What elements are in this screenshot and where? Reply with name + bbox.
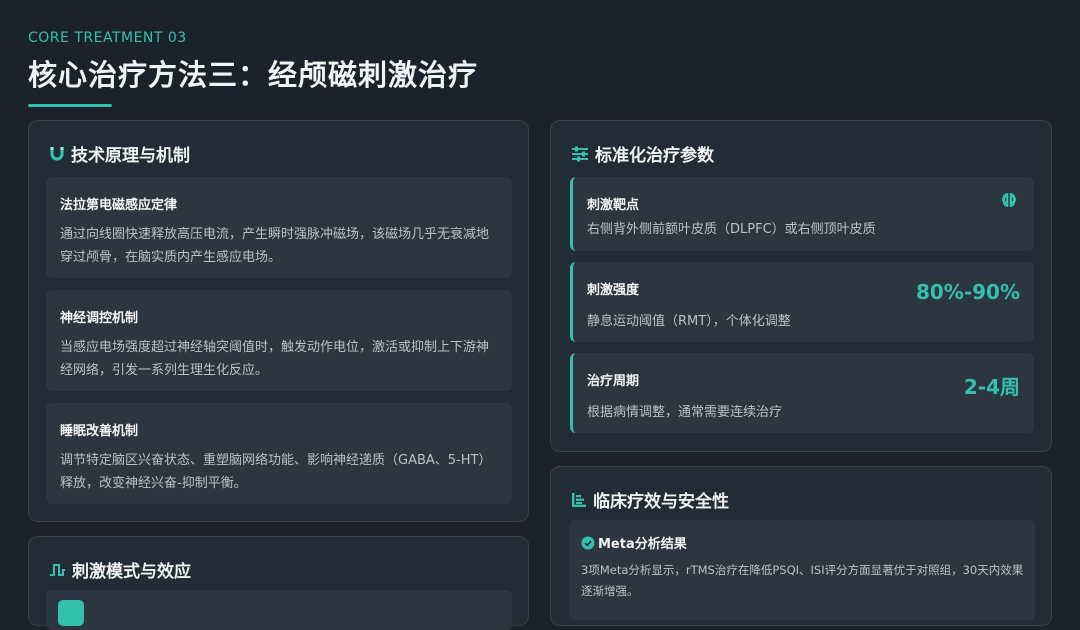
meta-analysis-box: Meta分析结果 3项Meta分析显示，rTMS治疗在降低PSQI、ISI评分方… bbox=[569, 520, 1035, 620]
param-value: 80%-90% bbox=[915, 280, 1020, 304]
page-header: CORE TREATMENT 03 核心治疗方法三：经颅磁刺激治疗 bbox=[28, 30, 478, 107]
magnet-icon bbox=[49, 146, 65, 162]
item-desc: 通过向线圈快速释放高压电流，产生瞬时强脉冲磁场，该磁场几乎无衰减地穿过颅骨，在脑… bbox=[60, 227, 490, 265]
item-desc: 当感应电场强度超过神经轴突阈值时，触发动作电位，激活或抑制上下游神经网络，引发一… bbox=[60, 340, 490, 378]
param-intensity: 刺激强度 静息运动阈值（RMT），个体化调整 80%-90% bbox=[570, 262, 1034, 342]
mode-item-icon bbox=[58, 600, 84, 626]
page-title: 核心治疗方法三：经颅磁刺激治疗 bbox=[28, 58, 479, 92]
param-title: 刺激靶点 bbox=[587, 198, 640, 213]
param-target: 刺激靶点 右侧背外侧前额叶皮质（DLPFC）或右侧顶叶皮质 bbox=[570, 177, 1034, 251]
params-card: 标准化治疗参数 刺激靶点 右侧背外侧前额叶皮质（DLPFC）或右侧顶叶皮质 刺激… bbox=[550, 120, 1052, 452]
params-heading-text: 标准化治疗参数 bbox=[595, 146, 714, 166]
mechanism-item-neuromodulation: 神经调控机制 当感应电场强度超过神经轴突阈值时，触发动作电位，激活或抑制上下游神… bbox=[46, 290, 512, 391]
clinical-card: 临床疗效与安全性 Meta分析结果 3项Meta分析显示，rTMS治疗在降低PS… bbox=[550, 466, 1052, 626]
item-title: 法拉第电磁感应定律 bbox=[60, 198, 178, 213]
param-desc: 右侧背外侧前额叶皮质（DLPFC）或右侧顶叶皮质 bbox=[587, 222, 876, 237]
param-title: 刺激强度 bbox=[587, 283, 640, 298]
title-underline bbox=[28, 104, 112, 107]
sliders-icon bbox=[571, 146, 589, 162]
item-title: 神经调控机制 bbox=[60, 311, 139, 326]
mechanism-item-sleep: 睡眠改善机制 调节特定脑区兴奋状态、重塑脑网络功能、影响神经递质（GABA、5-… bbox=[46, 403, 512, 504]
brain-icon bbox=[1000, 191, 1018, 213]
mode-item-partial bbox=[46, 590, 512, 630]
param-title: 治疗周期 bbox=[587, 374, 640, 389]
mechanism-heading: 技术原理与机制 bbox=[49, 141, 190, 166]
mode-heading-text: 刺激模式与效应 bbox=[72, 562, 191, 582]
meta-title: Meta分析结果 bbox=[581, 533, 687, 552]
meta-title-text: Meta分析结果 bbox=[598, 537, 687, 552]
param-desc: 根据病情调整，通常需要连续治疗 bbox=[587, 405, 783, 420]
check-circle-icon bbox=[581, 536, 595, 550]
mechanism-card: 技术原理与机制 法拉第电磁感应定律 通过向线圈快速释放高压电流，产生瞬时强脉冲磁… bbox=[28, 120, 529, 522]
params-heading: 标准化治疗参数 bbox=[571, 141, 714, 166]
clinical-heading-text: 临床疗效与安全性 bbox=[593, 492, 729, 512]
section-eyebrow: CORE TREATMENT 03 bbox=[28, 30, 187, 46]
mechanism-heading-text: 技术原理与机制 bbox=[71, 146, 190, 166]
param-desc: 静息运动阈值（RMT），个体化调整 bbox=[587, 314, 791, 329]
pulse-wave-icon bbox=[49, 563, 66, 577]
clinical-heading: 临床疗效与安全性 bbox=[571, 487, 729, 512]
param-duration: 治疗周期 根据病情调整，通常需要连续治疗 2-4周 bbox=[570, 353, 1034, 433]
mode-card: 刺激模式与效应 bbox=[28, 536, 529, 630]
mode-heading: 刺激模式与效应 bbox=[49, 557, 191, 582]
meta-desc: 3项Meta分析显示，rTMS治疗在降低PSQI、ISI评分方面显著优于对照组，… bbox=[581, 563, 1024, 598]
item-desc: 调节特定脑区兴奋状态、重塑脑网络功能、影响神经递质（GABA、5-HT）释放，改… bbox=[60, 453, 492, 491]
param-value: 2-4周 bbox=[963, 375, 1020, 399]
mechanism-item-faraday: 法拉第电磁感应定律 通过向线圈快速释放高压电流，产生瞬时强脉冲磁场，该磁场几乎无… bbox=[46, 177, 512, 278]
item-title: 睡眠改善机制 bbox=[60, 424, 139, 439]
list-chart-icon bbox=[571, 492, 587, 508]
